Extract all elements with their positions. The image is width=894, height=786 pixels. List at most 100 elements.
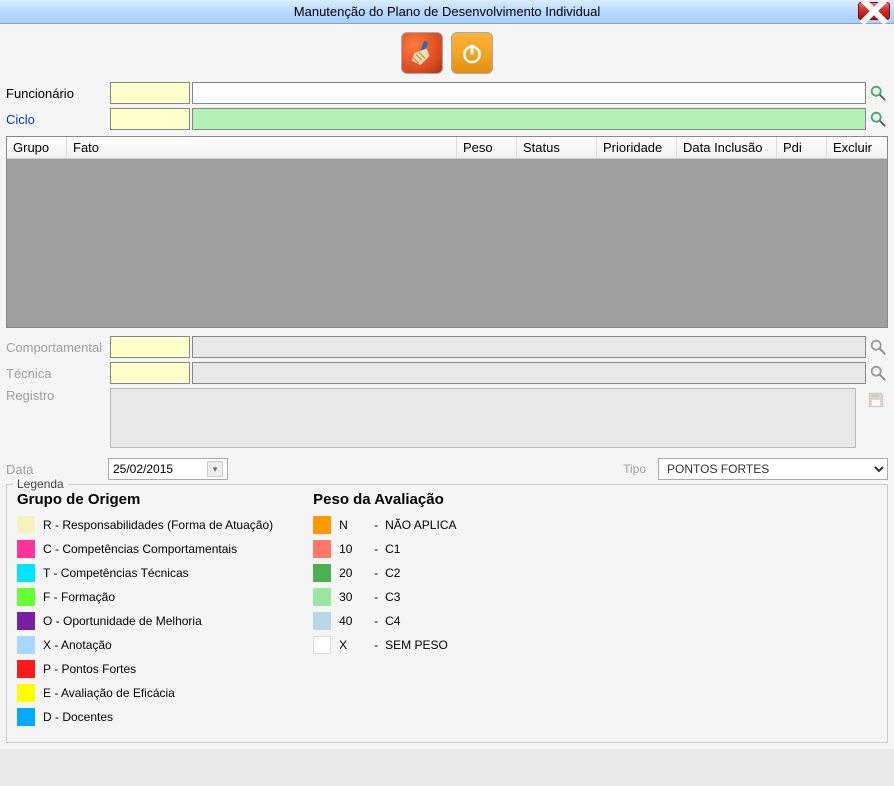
legend-origem-item: C - Competências Comportamentais bbox=[17, 540, 273, 558]
power-button[interactable] bbox=[451, 32, 493, 74]
peso-code: X bbox=[339, 638, 367, 652]
peso-code: 20 bbox=[339, 566, 367, 580]
legend-item-label: P - Pontos Fortes bbox=[43, 662, 136, 676]
clean-button[interactable] bbox=[401, 32, 443, 74]
grid-body[interactable] bbox=[7, 159, 887, 327]
color-swatch bbox=[313, 588, 331, 606]
window-title: Manutenção do Plano de Desenvolvimento I… bbox=[294, 4, 600, 19]
toolbar bbox=[6, 28, 888, 82]
floppy-icon bbox=[866, 390, 886, 410]
dash: - bbox=[367, 614, 385, 628]
legend-peso-item: 10-C1 bbox=[313, 540, 456, 558]
color-swatch bbox=[17, 684, 35, 702]
legend-item-label: D - Docentes bbox=[43, 710, 113, 724]
data-label: Data bbox=[6, 462, 108, 477]
legend-peso-item: X-SEM PESO bbox=[313, 636, 456, 654]
legend-origem-item: X - Anotação bbox=[17, 636, 273, 654]
registro-row: Registro bbox=[6, 388, 888, 448]
data-value: 25/02/2015 bbox=[113, 462, 173, 476]
legend-item-label: E - Avaliação de Eficácia bbox=[43, 686, 175, 700]
color-swatch bbox=[313, 612, 331, 630]
legend-peso-item: 40-C4 bbox=[313, 612, 456, 630]
peso-code: 30 bbox=[339, 590, 367, 604]
peso-label: C2 bbox=[385, 566, 400, 580]
legend-peso-item: 20-C2 bbox=[313, 564, 456, 582]
col-grupo[interactable]: Grupo bbox=[7, 137, 67, 158]
search-icon bbox=[869, 338, 887, 356]
col-fato[interactable]: Fato bbox=[67, 137, 457, 158]
color-swatch bbox=[17, 540, 35, 558]
legend-peso-title: Peso da Avaliação bbox=[313, 491, 456, 508]
comportamental-name-input bbox=[192, 336, 866, 358]
color-swatch bbox=[313, 540, 331, 558]
legend-item-label: T - Competências Técnicas bbox=[43, 566, 189, 580]
legend-origem-col: Grupo de Origem R - Responsabilidades (F… bbox=[17, 491, 273, 732]
close-button[interactable] bbox=[858, 2, 890, 20]
registro-label: Registro bbox=[6, 388, 108, 403]
legend-origem-item: E - Avaliação de Eficácia bbox=[17, 684, 273, 702]
color-swatch bbox=[313, 564, 331, 582]
dash: - bbox=[367, 542, 385, 556]
close-icon bbox=[859, 0, 889, 26]
ciclo-search-button[interactable] bbox=[868, 108, 888, 130]
peso-label: SEM PESO bbox=[385, 638, 448, 652]
titlebar: Manutenção do Plano de Desenvolvimento I… bbox=[0, 0, 894, 24]
dash: - bbox=[367, 566, 385, 580]
dash: - bbox=[367, 518, 385, 532]
data-grid[interactable]: Grupo Fato Peso Status Prioridade Data I… bbox=[6, 136, 888, 328]
calendar-dropdown-icon[interactable]: ▾ bbox=[207, 461, 223, 477]
tipo-label: Tipo bbox=[623, 462, 646, 476]
legend-item-label: X - Anotação bbox=[43, 638, 112, 652]
dash: - bbox=[367, 590, 385, 604]
legend-origem-item: O - Oportunidade de Melhoria bbox=[17, 612, 273, 630]
peso-label: NÃO APLICA bbox=[385, 518, 456, 532]
tecnica-row: Técnica bbox=[6, 362, 888, 384]
search-icon bbox=[869, 84, 887, 102]
legend-item-label: C - Competências Comportamentais bbox=[43, 542, 237, 556]
data-date-picker[interactable]: 25/02/2015 ▾ bbox=[108, 458, 228, 480]
registro-textarea bbox=[110, 388, 856, 448]
color-swatch bbox=[17, 516, 35, 534]
legend-origem-title: Grupo de Origem bbox=[17, 491, 273, 508]
col-status[interactable]: Status bbox=[517, 137, 597, 158]
funcionario-search-button[interactable] bbox=[868, 82, 888, 104]
ciclo-code-input[interactable] bbox=[110, 108, 190, 130]
ciclo-name-input[interactable] bbox=[192, 108, 866, 130]
color-swatch bbox=[17, 564, 35, 582]
peso-code: 40 bbox=[339, 614, 367, 628]
peso-code: 10 bbox=[339, 542, 367, 556]
legend-title: Legenda bbox=[13, 477, 68, 491]
power-icon bbox=[458, 39, 486, 67]
color-swatch bbox=[17, 612, 35, 630]
comportamental-search-button[interactable] bbox=[868, 336, 888, 358]
search-icon bbox=[869, 110, 887, 128]
legend-origem-item: D - Docentes bbox=[17, 708, 273, 726]
comportamental-code-input[interactable] bbox=[110, 336, 190, 358]
col-prioridade[interactable]: Prioridade bbox=[597, 137, 677, 158]
color-swatch bbox=[17, 636, 35, 654]
col-pdi[interactable]: Pdi bbox=[777, 137, 827, 158]
funcionario-name-input[interactable] bbox=[192, 82, 866, 104]
tipo-select[interactable]: PONTOS FORTES bbox=[658, 458, 888, 480]
peso-label: C4 bbox=[385, 614, 400, 628]
tecnica-name-input bbox=[192, 362, 866, 384]
legend-origem-item: T - Competências Técnicas bbox=[17, 564, 273, 582]
col-data-inclusao[interactable]: Data Inclusão bbox=[677, 137, 777, 158]
content-area: Funcionário Ciclo Grupo Fato Peso Status… bbox=[0, 24, 894, 749]
ciclo-row: Ciclo bbox=[6, 108, 888, 130]
bottom-row: Data 25/02/2015 ▾ Tipo PONTOS FORTES bbox=[6, 458, 888, 480]
grid-header: Grupo Fato Peso Status Prioridade Data I… bbox=[7, 137, 887, 159]
col-excluir[interactable]: Excluir bbox=[827, 137, 887, 158]
comportamental-label: Comportamental bbox=[6, 340, 108, 355]
tecnica-search-button[interactable] bbox=[868, 362, 888, 384]
color-swatch bbox=[313, 516, 331, 534]
legend-item-label: O - Oportunidade de Melhoria bbox=[43, 614, 202, 628]
col-peso[interactable]: Peso bbox=[457, 137, 517, 158]
tecnica-code-input[interactable] bbox=[110, 362, 190, 384]
search-icon bbox=[869, 364, 887, 382]
save-button[interactable] bbox=[864, 388, 888, 412]
comportamental-row: Comportamental bbox=[6, 336, 888, 358]
peso-label: C3 bbox=[385, 590, 400, 604]
color-swatch bbox=[17, 588, 35, 606]
funcionario-code-input[interactable] bbox=[110, 82, 190, 104]
